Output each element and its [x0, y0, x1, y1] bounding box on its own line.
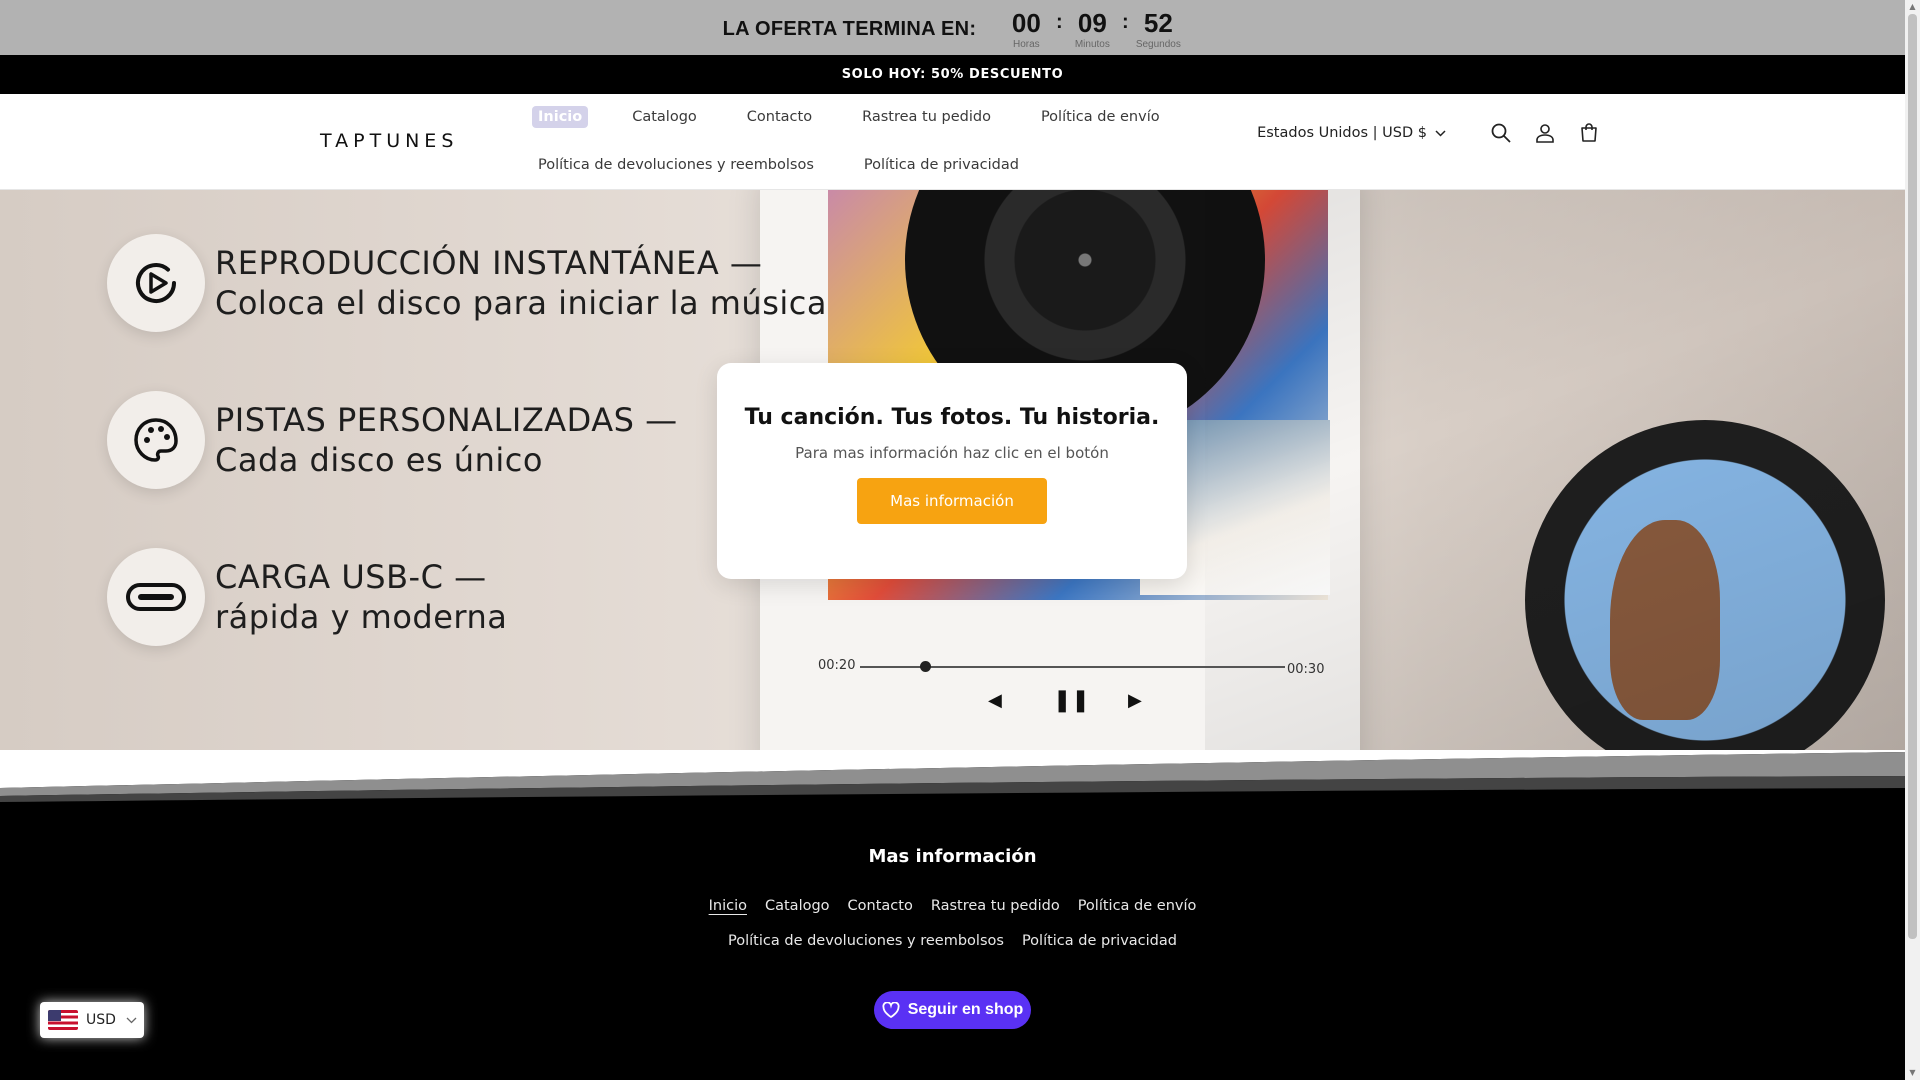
search-icon[interactable]	[1490, 122, 1512, 144]
header-tools: Estados Unidos | USD $	[1257, 122, 1600, 144]
feature-desc: rápida y moderna	[215, 598, 508, 636]
currency-label: USD	[86, 1012, 116, 1028]
minutes-label: Minutos	[1074, 39, 1110, 50]
countdown-title: LA OFERTA TERMINA EN:	[722, 18, 977, 40]
pause-icon: ❚❚	[1053, 688, 1090, 713]
feature-title: REPRODUCCIÓN INSTANTÁNEA —	[215, 244, 763, 282]
nav-devoluciones[interactable]: Política de devoluciones y reembolsos	[532, 154, 820, 176]
footer-link-rastrea[interactable]: Rastrea tu pedido	[931, 898, 1060, 914]
more-info-button[interactable]: Mas información	[857, 478, 1047, 524]
cart-icon[interactable]	[1578, 122, 1600, 144]
footer-link-privacidad[interactable]: Política de privacidad	[1022, 933, 1177, 949]
footer-link-envio[interactable]: Política de envío	[1078, 898, 1197, 914]
feature-text: PISTAS PERSONALIZADAS — Cada disco es ún…	[215, 400, 678, 480]
footer-link-contacto[interactable]: Contacto	[848, 898, 913, 914]
announcement-text: SOLO HOY: 50% DESCUENTO	[841, 67, 1064, 82]
footer-link-devoluciones[interactable]: Política de devoluciones y reembolsos	[728, 933, 1004, 949]
currency-selector[interactable]: USD	[40, 1002, 144, 1038]
shop-button-label: Seguir en shop	[907, 1001, 1024, 1018]
footer-link-inicio[interactable]: Inicio	[709, 898, 747, 914]
palette-icon	[107, 391, 205, 489]
play-icon	[107, 234, 205, 332]
footer-nav: Inicio Catalogo Contacto Rastrea tu pedi…	[0, 898, 1905, 914]
site-header: TAPTUNES Inicio Catalogo Contacto Rastre…	[0, 94, 1905, 190]
chevron-down-icon	[1435, 125, 1446, 141]
feature-desc: Coloca el disco para iniciar la música	[215, 284, 827, 322]
footer-title: Mas información	[868, 846, 1037, 867]
account-icon[interactable]	[1534, 122, 1556, 144]
site-footer: Mas información Inicio Catalogo Contacto…	[0, 812, 1905, 1080]
feature-title: PISTAS PERSONALIZADAS —	[215, 401, 678, 439]
countdown-hours: 00 Horas	[1002, 5, 1050, 50]
next-icon: ▶	[1128, 690, 1142, 711]
player-time-end: 00:30	[1287, 662, 1325, 677]
us-flag-icon	[48, 1010, 78, 1030]
seconds-label: Segundos	[1135, 39, 1181, 50]
chevron-down-icon	[126, 1012, 137, 1028]
player-progress-dot	[920, 661, 931, 672]
feature-instant-play: REPRODUCCIÓN INSTANTÁNEA — Coloca el dis…	[107, 234, 827, 332]
hours-value: 00	[1011, 8, 1041, 38]
feature-custom-tracks: PISTAS PERSONALIZADAS — Cada disco es ún…	[107, 391, 678, 489]
popup-subtitle: Para mas información haz clic en el botó…	[795, 444, 1109, 462]
scroll-up-icon[interactable]: ▲	[1908, 2, 1917, 12]
main-nav: Inicio Catalogo Contacto Rastrea tu pedi…	[532, 106, 1204, 128]
main-nav-row2: Política de devoluciones y reembolsos Po…	[532, 154, 1063, 176]
seconds-value: 52	[1143, 8, 1173, 38]
nav-rastrea[interactable]: Rastrea tu pedido	[856, 106, 997, 128]
countdown-separator: :	[1122, 11, 1129, 33]
page-scrollbar[interactable]: ▲ ▼	[1905, 0, 1920, 1080]
countdown-seconds: 52 Segundos	[1134, 5, 1182, 50]
countdown-separator: :	[1056, 11, 1063, 33]
nav-inicio[interactable]: Inicio	[532, 106, 589, 128]
hours-label: Horas	[1013, 39, 1040, 50]
nav-politica-envio[interactable]: Política de envío	[1035, 106, 1166, 128]
feature-text: CARGA USB-C — rápida y moderna	[215, 557, 507, 637]
logo[interactable]: TAPTUNES	[320, 130, 458, 152]
locale-label: Estados Unidos | USD $	[1257, 125, 1427, 141]
wave-divider	[0, 750, 1905, 812]
follow-shop-button[interactable]: Seguir en shop	[874, 991, 1031, 1029]
info-popup: Tu canción. Tus fotos. Tu historia. Para…	[717, 363, 1187, 579]
nav-contacto[interactable]: Contacto	[741, 106, 818, 128]
previous-icon: ◀	[988, 690, 1002, 711]
player-time-start: 00:20	[818, 658, 856, 673]
announcement-bar: SOLO HOY: 50% DESCUENTO	[0, 55, 1905, 94]
hero-banner: 00:20 00:30 ◀ ❚❚ ▶ REPRODUCCIÓN INSTANTÁ…	[0, 190, 1905, 750]
feature-text: REPRODUCCIÓN INSTANTÁNEA — Coloca el dis…	[215, 243, 827, 323]
footer-nav-row2: Política de devoluciones y reembolsos Po…	[0, 933, 1905, 949]
nav-catalogo[interactable]: Catalogo	[626, 106, 703, 128]
scroll-down-icon[interactable]: ▼	[1908, 1068, 1917, 1078]
countdown-bar: LA OFERTA TERMINA EN: 00 Horas : 09 Minu…	[0, 0, 1905, 55]
feature-usb-c: CARGA USB-C — rápida y moderna	[107, 548, 507, 646]
usb-c-icon	[107, 548, 205, 646]
feature-desc: Cada disco es único	[215, 441, 543, 479]
nav-privacidad[interactable]: Política de privacidad	[858, 154, 1025, 176]
scroll-thumb[interactable]	[1908, 14, 1917, 939]
locale-selector[interactable]: Estados Unidos | USD $	[1257, 125, 1446, 141]
footer-link-catalogo[interactable]: Catalogo	[765, 898, 830, 914]
countdown-minutes: 09 Minutos	[1068, 5, 1116, 50]
heart-icon	[882, 1002, 900, 1018]
feature-title: CARGA USB-C —	[215, 558, 487, 596]
minutes-value: 09	[1077, 8, 1107, 38]
popup-title: Tu canción. Tus fotos. Tu historia.	[744, 405, 1160, 430]
